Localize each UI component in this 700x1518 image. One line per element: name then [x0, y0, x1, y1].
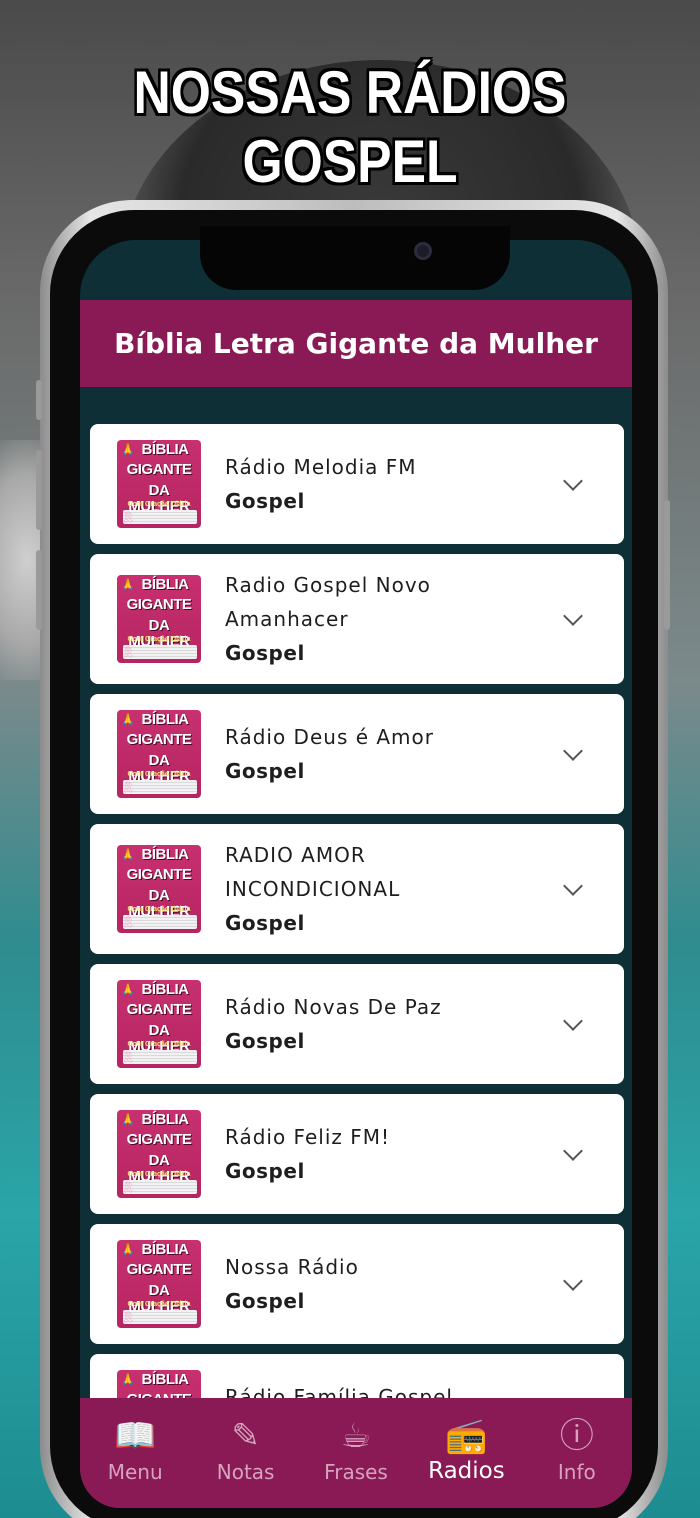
radio-genre: Gospel: [225, 489, 305, 513]
phone-mute-switch: [36, 380, 42, 420]
book-icon: 📖: [114, 1416, 157, 1456]
radio-genre: Gospel: [225, 641, 305, 665]
chevron-down-icon[interactable]: [563, 1271, 583, 1291]
thumb-line-1: BÍBLIA: [141, 1371, 190, 1388]
thumb-line-1: BÍBLIA: [141, 711, 190, 728]
thumb-line-2: GIGANTE: [126, 1001, 192, 1018]
chevron-down-icon[interactable]: [563, 1011, 583, 1031]
radio-icon: 📻: [445, 1416, 488, 1456]
thumb-line-2: GIGANTE: [126, 1131, 192, 1148]
radio-thumbnail: 🙏BÍBLIAGIGANTEDA MULHERCom Oração Diária…: [117, 845, 201, 933]
info-icon: ⓘ: [559, 1416, 594, 1456]
radio-genre: Gospel: [225, 911, 305, 935]
radio-genre: Gospel: [225, 759, 305, 783]
radio-thumbnail: 🙏BÍBLIAGIGANTEDA MULHERCom Oração Diária…: [117, 710, 201, 798]
edit-notes-icon: ✎: [231, 1416, 260, 1456]
nav-item-frases[interactable]: ☕ Frases: [301, 1398, 411, 1508]
radio-thumbnail: 🙏BÍBLIAGIGANTEDA MULHERCom Oração Diária…: [117, 980, 201, 1068]
radio-card[interactable]: 🙏BÍBLIAGIGANTEDA MULHERCom Oração Diária…: [90, 1094, 624, 1214]
phone-notch: [200, 226, 510, 290]
radio-genre: Gospel: [225, 1289, 305, 1313]
radio-text: Rádio Novas De Paz Gospel: [225, 990, 525, 1058]
bottom-navigation: 📖 Menu ✎ Notas ☕ Frases 📻 Radios ⓘ Info: [80, 1398, 632, 1508]
nav-item-notas[interactable]: ✎ Notas: [190, 1398, 300, 1508]
ribbon-icon: 🎗: [121, 1311, 135, 1324]
chevron-down-icon[interactable]: [563, 606, 583, 626]
radio-name: Rádio Melodia FM: [225, 455, 417, 479]
thumb-line-1: BÍBLIA: [141, 846, 190, 863]
nav-item-radios[interactable]: 📻 Radios: [411, 1398, 521, 1508]
ribbon-icon: 🎗: [121, 781, 135, 794]
radio-name: Rádio Novas De Paz: [225, 995, 442, 1019]
thumb-line-4: Com Oração Diária: [127, 906, 191, 913]
phone-volume-up: [36, 450, 42, 530]
thumb-line-1: BÍBLIA: [141, 441, 190, 458]
chevron-down-icon[interactable]: [563, 471, 583, 491]
radio-genre: Gospel: [225, 1159, 305, 1183]
thumb-line-1: BÍBLIA: [141, 1111, 190, 1128]
radio-thumbnail: 🙏BÍBLIAGIGANTEDA MULHERCom Oração Diária…: [117, 440, 201, 528]
thumb-line-1: BÍBLIA: [141, 576, 190, 593]
thumb-line-2: GIGANTE: [126, 866, 192, 883]
thumb-line-2: GIGANTE: [126, 461, 192, 478]
radio-name: RADIO AMOR INCONDICIONAL: [225, 843, 401, 901]
radio-card[interactable]: 🙏BÍBLIAGIGANTEDA MULHERCom Oração Diária…: [90, 1224, 624, 1344]
chevron-down-icon[interactable]: [563, 741, 583, 761]
radio-card[interactable]: 🙏BÍBLIAGIGANTEDA MULHERCom Oração Diária…: [90, 694, 624, 814]
thumb-line-2: GIGANTE: [126, 731, 192, 748]
radio-name: Nossa Rádio: [225, 1255, 359, 1279]
thumb-line-2: GIGANTE: [126, 1261, 192, 1278]
thumb-line-1: BÍBLIA: [141, 1241, 190, 1258]
ribbon-icon: 🎗: [121, 1181, 135, 1194]
thumb-line-1: BÍBLIA: [141, 981, 190, 998]
ribbon-icon: 🎗: [121, 646, 135, 659]
radio-text: Nossa Rádio Gospel: [225, 1250, 525, 1318]
radio-card[interactable]: 🙏BÍBLIAGIGANTEDA MULHERCom Oração Diária…: [90, 964, 624, 1084]
radio-text: Rádio Feliz FM! Gospel: [225, 1120, 525, 1188]
phone-power-button: [664, 500, 670, 630]
chevron-down-icon[interactable]: [563, 876, 583, 896]
ribbon-icon: 🎗: [121, 1051, 135, 1064]
thumb-line-4: Com Oração Diária: [127, 636, 191, 643]
radio-text: Rádio Melodia FM Gospel: [225, 450, 525, 518]
nav-label: Radios: [428, 1458, 505, 1484]
radio-name: Radio Gospel Novo Amanhacer: [225, 573, 431, 631]
nav-label: Info: [557, 1460, 596, 1484]
front-camera: [414, 242, 432, 260]
phone-volume-down: [36, 550, 42, 630]
radio-name: Rádio Feliz FM!: [225, 1125, 391, 1149]
thumb-line-4: Com Oração Diária: [127, 1041, 191, 1048]
radio-genre: Gospel: [225, 1029, 305, 1053]
ribbon-icon: 🎗: [121, 916, 135, 929]
ribbon-icon: 🎗: [121, 511, 135, 524]
radio-text: Rádio Deus é Amor Gospel: [225, 720, 525, 788]
radio-card[interactable]: 🙏BÍBLIAGIGANTEDA MULHERCom Oração Diária…: [90, 424, 624, 544]
radio-name: Rádio Deus é Amor: [225, 725, 435, 749]
app-bar: Bíblia Letra Gigante da Mulher: [80, 300, 632, 387]
thumb-line-4: Com Oração Diária: [127, 771, 191, 778]
nav-label: Frases: [324, 1460, 388, 1484]
thumb-line-4: Com Oração Diária: [127, 1171, 191, 1178]
nav-item-menu[interactable]: 📖 Menu: [80, 1398, 190, 1508]
phone-screen: Bíblia Letra Gigante da Mulher 🙏 BÍBLIA GI…: [80, 240, 632, 1508]
radio-text: RADIO AMOR INCONDICIONAL Gospel: [225, 838, 525, 940]
chevron-down-icon[interactable]: [563, 1141, 583, 1161]
radio-card[interactable]: 🙏BÍBLIAGIGANTEDA MULHERCom Oração Diária…: [90, 554, 624, 684]
radio-thumbnail: 🙏BÍBLIAGIGANTEDA MULHERCom Oração Diária…: [117, 1240, 201, 1328]
nav-label: Notas: [216, 1460, 275, 1484]
nav-item-info[interactable]: ⓘ Info: [522, 1398, 632, 1508]
radio-thumbnail: 🙏BÍBLIAGIGANTEDA MULHERCom Oração Diária…: [117, 1110, 201, 1198]
nav-label: Menu: [107, 1460, 163, 1484]
radio-text: Radio Gospel Novo Amanhacer Gospel: [225, 568, 525, 670]
app-title: Bíblia Letra Gigante da Mulher: [114, 327, 598, 360]
thumb-line-4: Com Oração Diária: [127, 501, 191, 508]
promo-headline: NOSSAS RÁDIOS GOSPEL: [133, 59, 567, 195]
radio-thumbnail: 🙏BÍBLIAGIGANTEDA MULHERCom Oração Diária…: [117, 575, 201, 663]
radio-card[interactable]: 🙏BÍBLIAGIGANTEDA MULHERCom Oração Diária…: [90, 824, 624, 954]
coffee-icon: ☕: [340, 1416, 372, 1456]
thumb-line-2: GIGANTE: [126, 596, 192, 613]
thumb-line-4: Com Oração Diária: [127, 1301, 191, 1308]
